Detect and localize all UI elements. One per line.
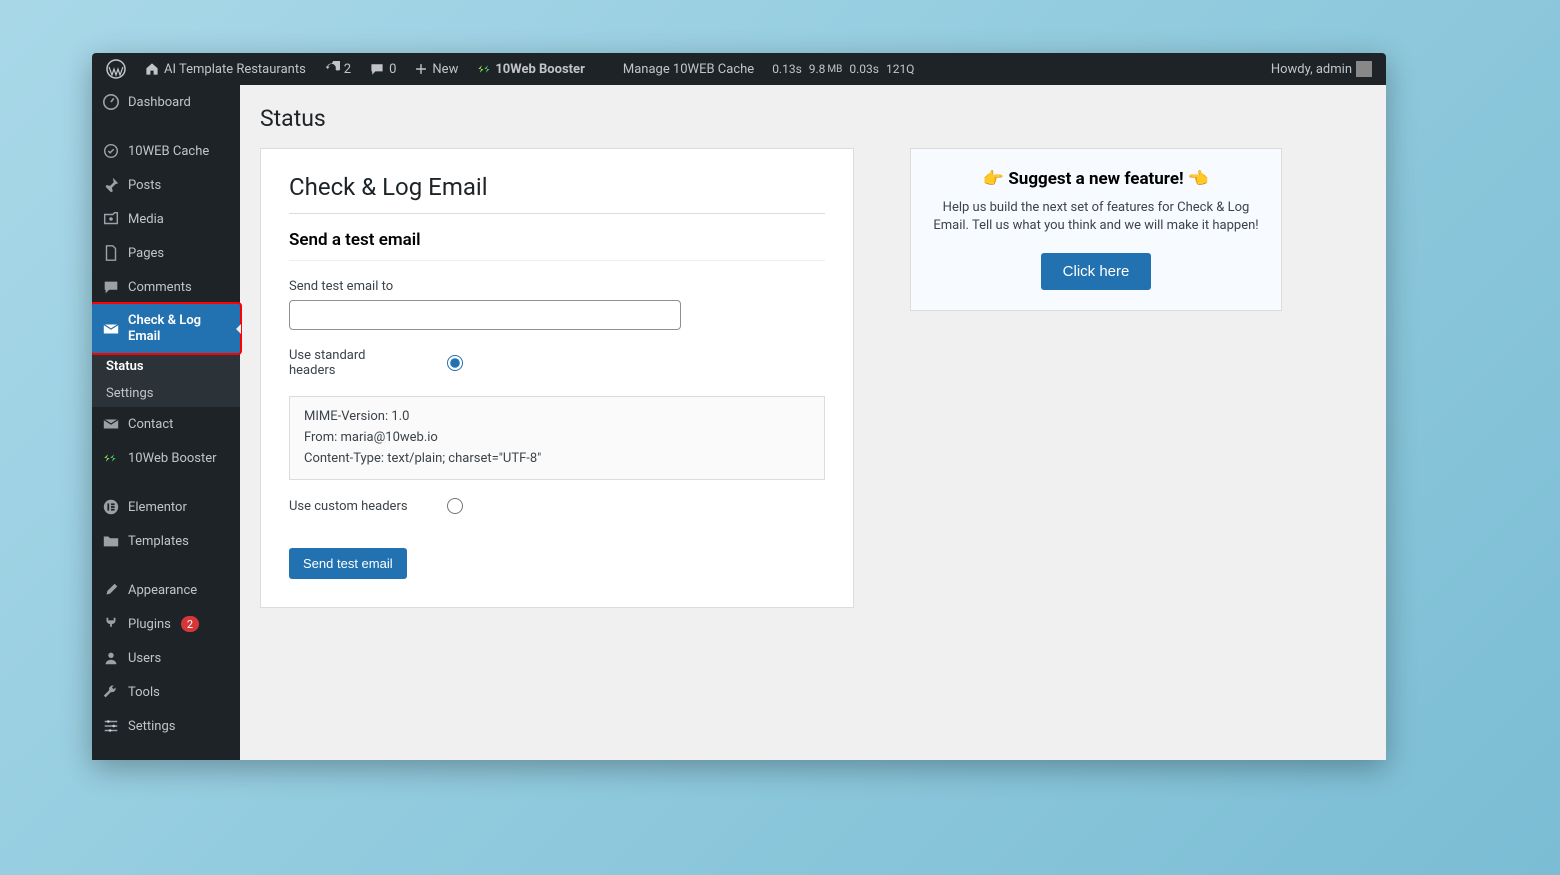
plugins-badge: 2 [181,616,199,632]
envelope-icon [102,415,120,433]
menu-appearance[interactable]: Appearance [92,573,240,607]
pin-icon [102,176,120,194]
menu-10web-cache[interactable]: 10WEB Cache [92,134,240,168]
custom-headers-radio[interactable] [447,498,463,514]
std-headers-radio[interactable] [447,355,463,371]
booster-topbar-link[interactable]: 10Web Booster [470,53,591,85]
admin-sidebar: Dashboard 10WEB Cache Posts Media Pages [92,85,240,760]
plus-icon [414,62,428,76]
folder-icon [102,532,120,550]
site-name-link[interactable]: AI Template Restaurants [138,53,312,85]
feature-button[interactable]: Click here [1041,253,1152,290]
booster-icon [476,62,494,76]
menu-posts[interactable]: Posts [92,168,240,202]
brush-icon [102,581,120,599]
menu-pages[interactable]: Pages [92,236,240,270]
admin-topbar: AI Template Restaurants 2 0 New 10Web Bo… [92,53,1386,85]
refresh-icon [324,61,340,77]
dashboard-icon [102,93,120,111]
booster-icon [102,449,120,467]
send-test-button[interactable]: Send test email [289,548,407,579]
main-panel: Check & Log Email Send a test email Send… [260,148,854,608]
wp-admin-window: AI Template Restaurants 2 0 New 10Web Bo… [92,53,1386,760]
mail-icon [102,320,120,338]
feature-title: 👉 Suggest a new feature! 👈 [933,169,1259,189]
home-icon [144,61,160,77]
menu-check-log-email[interactable]: Check & Log Email [92,302,242,355]
page-icon [102,244,120,262]
feature-panel: 👉 Suggest a new feature! 👈 Help us build… [910,148,1282,311]
user-icon [102,649,120,667]
std-headers-label: Use standard headers [289,348,409,378]
plug-icon [102,615,120,633]
comment-icon [102,278,120,296]
sliders-icon [102,717,120,735]
panel-title: Check & Log Email [289,173,825,201]
menu-10web-booster[interactable]: 10Web Booster [92,441,240,475]
howdy-text: Howdy, admin [1271,62,1352,77]
updates-link[interactable]: 2 [318,53,357,85]
new-content-link[interactable]: New [408,53,464,85]
submenu-check-log: Status Settings [92,353,240,407]
feature-body: Help us build the next set of features f… [933,199,1259,235]
menu-elementor[interactable]: Elementor [92,490,240,524]
cache-link[interactable]: Manage 10WEB Cache [617,53,760,85]
menu-wp-file-manager[interactable]: WP File Manager [92,758,240,760]
menu-dashboard[interactable]: Dashboard [92,85,240,119]
menu-media[interactable]: Media [92,202,240,236]
menu-templates[interactable]: Templates [92,524,240,558]
page-title: Status [260,105,1366,132]
submenu-settings[interactable]: Settings [92,380,240,407]
wordpress-icon [106,59,126,79]
perf-metrics: 0.13s 9.8MB 0.03s 121Q [766,53,920,85]
menu-settings[interactable]: Settings [92,709,240,743]
booster-label: 10Web Booster [495,62,585,77]
send-to-label: Send test email to [289,279,825,294]
menu-tools[interactable]: Tools [92,675,240,709]
new-label: New [432,62,458,77]
custom-headers-label: Use custom headers [289,499,409,514]
submenu-status[interactable]: Status [92,353,240,380]
comment-icon [369,61,385,77]
menu-comments[interactable]: Comments [92,270,240,304]
media-icon [102,210,120,228]
menu-plugins[interactable]: Plugins 2 [92,607,240,641]
content-area: Status Check & Log Email Send a test ema… [240,85,1386,760]
section-title: Send a test email [289,230,825,250]
headers-preview: MIME-Version: 1.0 From: maria@10web.io C… [289,396,825,480]
elementor-icon [102,498,120,516]
comments-link[interactable]: 0 [363,53,402,85]
cache-icon [102,142,120,160]
account-link[interactable]: Howdy, admin [1265,53,1378,85]
wrench-icon [102,683,120,701]
avatar-icon [1356,61,1372,77]
comments-count: 0 [389,62,396,77]
menu-users[interactable]: Users [92,641,240,675]
wp-logo[interactable] [100,53,132,85]
menu-contact[interactable]: Contact [92,407,240,441]
updates-count: 2 [344,62,351,77]
send-to-input[interactable] [289,300,681,330]
site-name: AI Template Restaurants [164,62,306,77]
